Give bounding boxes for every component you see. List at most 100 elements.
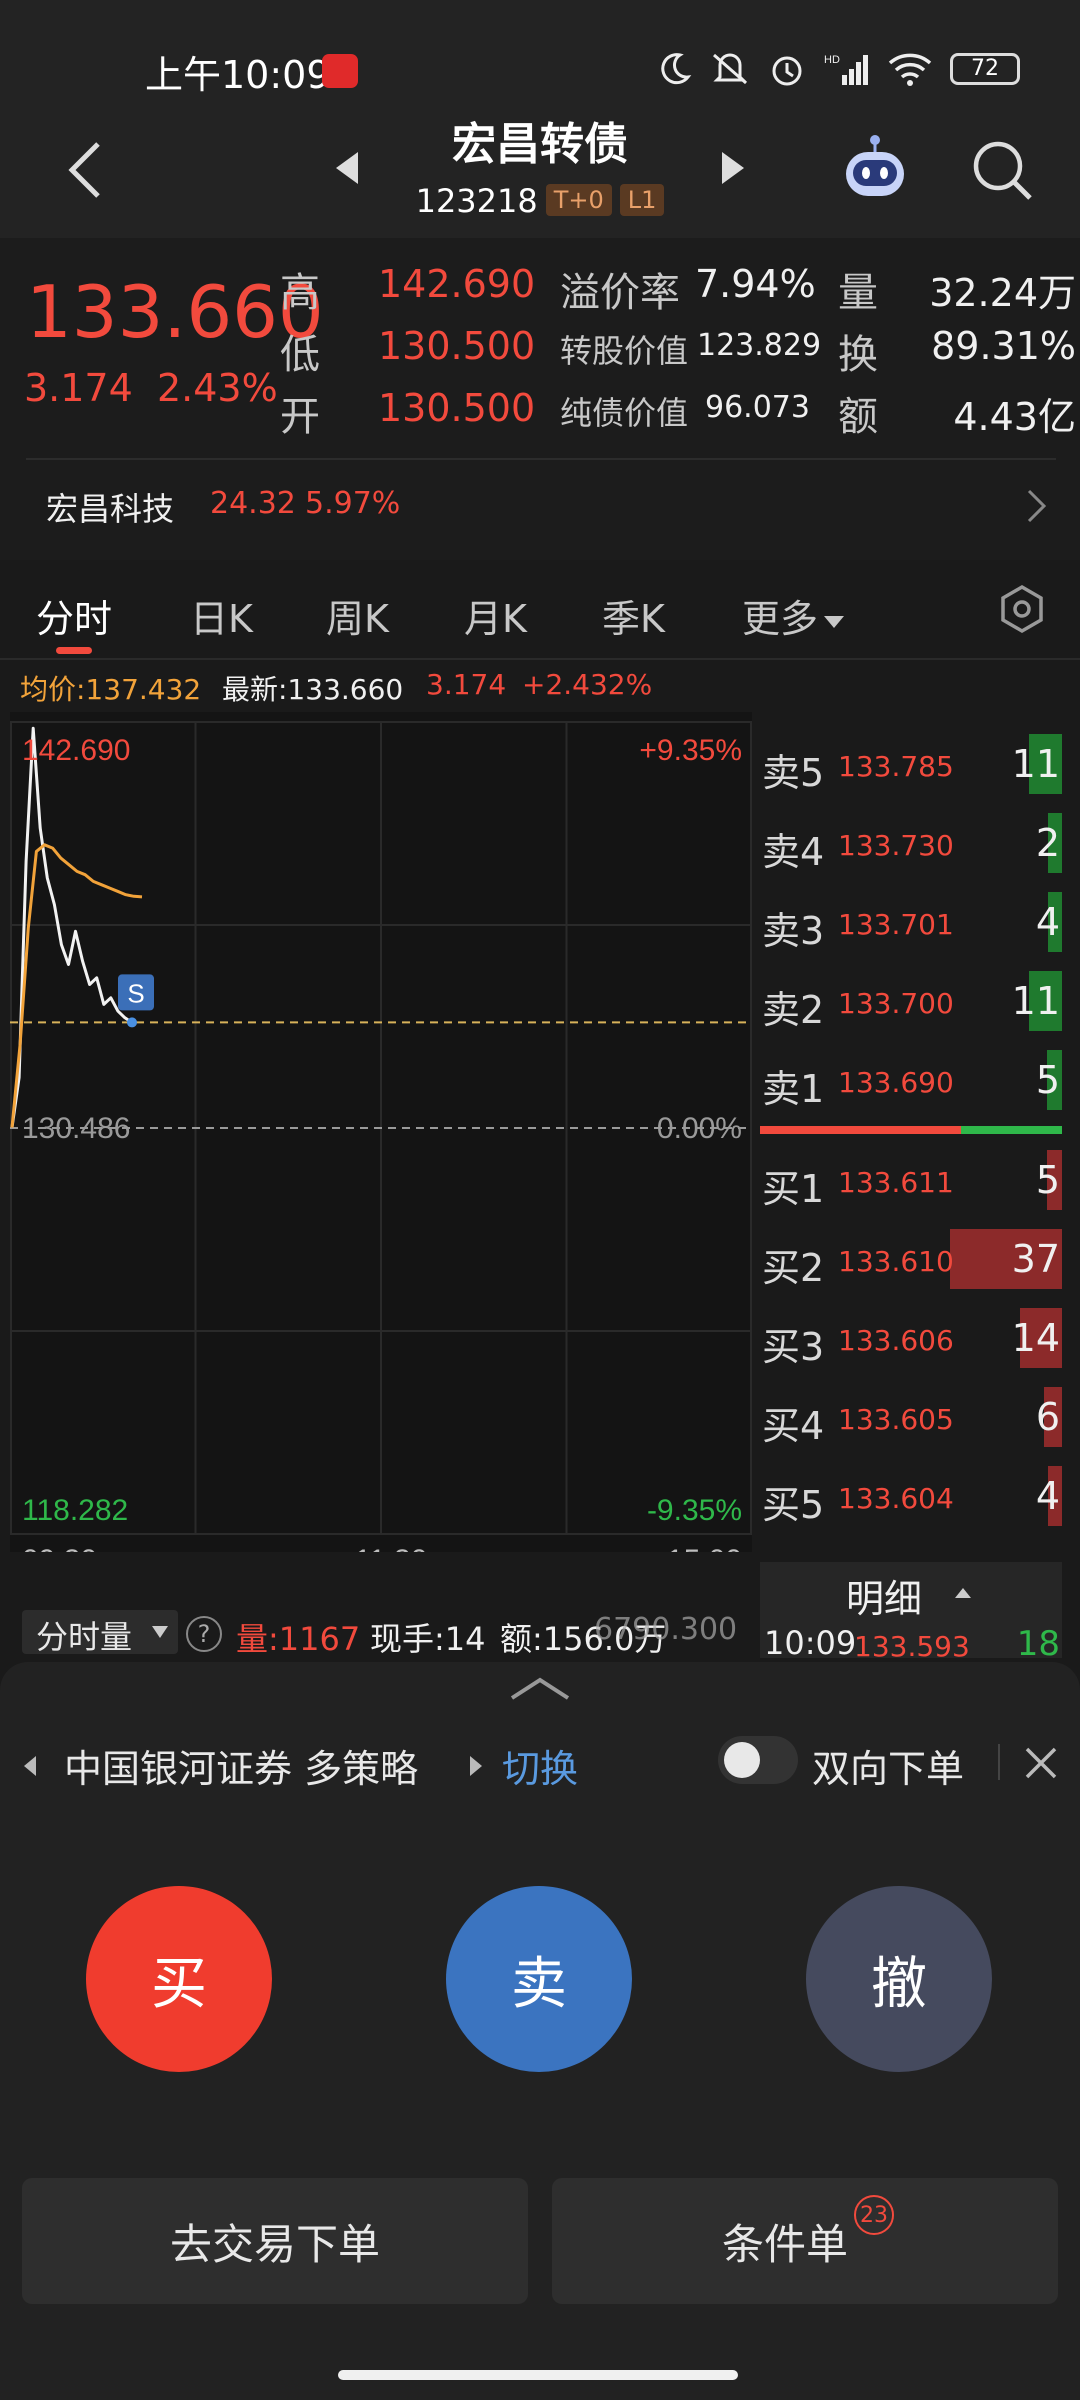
chart-tabs [0,560,1080,660]
amount-label: 额 [838,394,878,440]
detail-time: 10:09 [764,1624,857,1662]
divider [998,1744,1000,1780]
level-price: 133.610 [838,1245,954,1278]
volume-label: 量 [838,270,878,316]
go-trade-button[interactable]: 去交易下单 [22,2178,528,2304]
detail-label: 明细 [846,1577,923,1621]
tab-daily-k[interactable]: 日K [190,588,253,643]
x-tick-label: 11:30 [355,1544,428,1552]
sheet-collapse-icon[interactable] [508,1676,572,1702]
level-volume: 4 [1035,900,1060,944]
level-price: 133.701 [838,908,954,941]
ask-row-4[interactable]: 卖2 133.700 11 [760,961,1062,1040]
level-volume: 11 [1011,742,1060,786]
pct-mid-label: 0.00% [657,1112,742,1145]
bidirectional-toggle[interactable] [718,1736,798,1784]
ask-row-2[interactable]: 卖4 133.730 2 [760,803,1062,882]
sell-button[interactable]: 卖 [446,1886,632,2072]
y-max-label: 142.690 [22,734,130,767]
level-price: 133.604 [838,1482,954,1515]
status-icons: HD 72 [656,50,1020,88]
tab-intraday[interactable]: 分时 [36,588,112,643]
level-volume: 6 [1035,1395,1060,1439]
turnover-value: 89.31% [931,324,1076,368]
bid-row-2[interactable]: 买2 133.610 37 [760,1219,1062,1298]
level-volume: 5 [1035,1058,1060,1102]
info-pct: +2.432% [522,668,653,701]
volume-selector-label: 分时量 [36,1618,133,1656]
intraday-chart[interactable]: S 142.690 +9.35% 130.486 0.00% 118.282 -9.35%… [10,712,752,1552]
level-price: 133.700 [838,987,954,1020]
level-label: 买1 [762,1167,825,1211]
y-min-label: 118.282 [22,1494,128,1527]
premium-label: 溢价率 [560,270,680,316]
level-price: 133.611 [838,1166,954,1199]
level-label: 买3 [762,1325,825,1369]
ask-row-5[interactable]: 卖1 133.690 5 [760,1040,1062,1119]
ask-row-1[interactable]: 卖5 133.785 11 [760,724,1062,803]
tab-weekly-k[interactable]: 周K [326,588,389,643]
battery-indicator: 72 [950,53,1020,85]
high-label: 高 [280,270,320,316]
help-icon[interactable]: ? [186,1616,222,1652]
tab-quarterly-k[interactable]: 季K [602,588,665,643]
search-icon[interactable] [970,138,1034,202]
ask-row-3[interactable]: 卖3 133.701 4 [760,882,1062,961]
condition-order-button[interactable]: 条件单 23 [552,2178,1058,2304]
current-hand: 现手:14 [370,1620,486,1658]
level-price: 133.605 [838,1403,954,1436]
condition-order-badge: 23 [854,2195,894,2235]
bond-value-label: 纯债价值 [560,394,689,432]
t0-tag: T+0 [545,184,612,216]
settings-hexagon-icon[interactable] [998,584,1046,634]
switch-broker-link[interactable]: 切换 [502,1738,578,1793]
related-stock-name[interactable]: 宏昌科技 [46,484,174,530]
notification-app-icon [322,54,358,88]
level-label: 卖5 [762,751,825,795]
latest-price: 最新:133.660 [222,673,404,706]
alarm-icon [772,56,802,86]
toggle-knob [724,1742,760,1778]
tab-more[interactable]: 更多 [742,588,846,643]
bid-row-5[interactable]: 买5 133.604 4 [760,1456,1062,1535]
trade-marker-label: S [127,978,144,1008]
moon-icon [661,53,692,85]
open-label: 开 [280,394,320,440]
volume-selector[interactable]: 分时量 [22,1610,178,1656]
bid-row-3[interactable]: 买3 133.606 14 [760,1298,1062,1377]
pct-min-label: -9.35% [647,1494,742,1527]
level-tag: L1 [619,184,665,216]
level-label: 买5 [762,1483,825,1527]
avg-price: 均价:137.432 [20,673,202,706]
bond-code-row: 123218 T+0 L1 [0,182,1080,220]
trade-marker-dot [127,1017,137,1028]
change-percent: 2.43% [156,366,278,410]
close-icon[interactable] [1024,1746,1058,1780]
broker-name[interactable]: 中国银河证券 多策略 [64,1738,418,1793]
info-change: 3.174 [426,668,507,701]
broker-next-icon[interactable] [468,1754,484,1778]
volume-count: 量:1167 [236,1620,361,1658]
home-indicator[interactable] [338,2370,738,2380]
bond-value: 96.073 [705,390,810,425]
svg-text:HD: HD [824,54,840,66]
x-tick-label: 09:30 [22,1544,97,1552]
conv-value-label: 转股价值 [560,332,689,370]
bid-row-4[interactable]: 买4 133.605 6 [760,1377,1062,1456]
broker-prev-icon[interactable] [22,1754,38,1778]
level-label: 卖2 [762,988,825,1032]
amount-value: 4.43亿 [953,395,1076,439]
high-value: 142.690 [378,262,536,306]
robot-assistant-icon[interactable] [838,130,912,204]
related-stock-price: 24.32 [210,486,296,521]
buy-button[interactable]: 买 [86,1886,272,2072]
condition-order-label: 条件单 [721,2219,848,2269]
level-volume: 11 [1011,979,1060,1023]
cancel-order-button[interactable]: 撤 [806,1886,992,2072]
bid-row-1[interactable]: 买1 133.611 5 [760,1140,1062,1219]
detail-price: 133.593 [854,1630,970,1663]
level-label: 买4 [762,1404,825,1448]
bond-code: 123218 [415,182,538,220]
chevron-right-icon[interactable] [1026,488,1048,524]
tab-monthly-k[interactable]: 月K [464,588,527,643]
